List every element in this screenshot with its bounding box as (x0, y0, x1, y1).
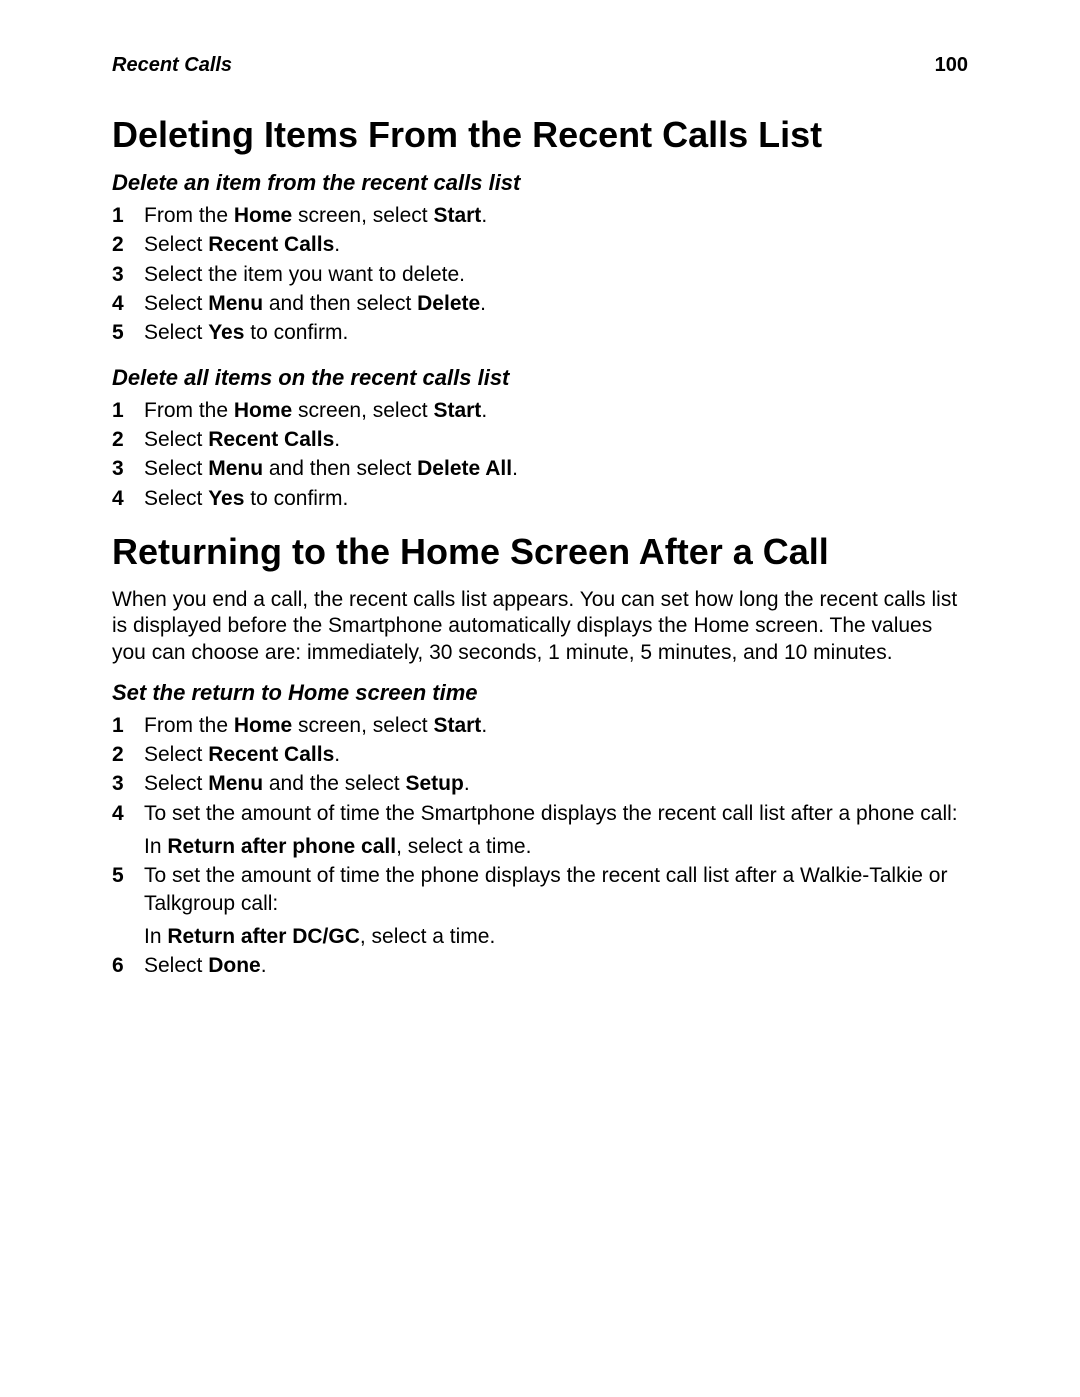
step: Select Menu and the select Setup. (112, 770, 968, 797)
step: To set the amount of time the Smartphone… (112, 800, 968, 861)
step: Select Done. (112, 952, 968, 979)
page: Recent Calls 100 Deleting Items From the… (0, 0, 1080, 1397)
step: To set the amount of time the phone disp… (112, 862, 968, 950)
steps-set-return-time: From the Home screen, select Start.Selec… (112, 712, 968, 980)
steps-delete-all: From the Home screen, select Start.Selec… (112, 397, 968, 512)
step: Select Recent Calls. (112, 231, 968, 258)
step: Select Yes to confirm. (112, 485, 968, 512)
step: Select Yes to confirm. (112, 319, 968, 346)
step: From the Home screen, select Start. (112, 202, 968, 229)
step: Select Recent Calls. (112, 741, 968, 768)
intro-paragraph: When you end a call, the recent calls li… (112, 587, 968, 666)
step: Select Menu and then select Delete All. (112, 455, 968, 482)
step: Select Recent Calls. (112, 426, 968, 453)
step: From the Home screen, select Start. (112, 397, 968, 424)
page-number: 100 (935, 54, 968, 77)
heading-deleting-items: Deleting Items From the Recent Calls Lis… (112, 113, 968, 156)
step: Select the item you want to delete. (112, 261, 968, 288)
page-header: Recent Calls 100 (112, 54, 968, 77)
step: From the Home screen, select Start. (112, 712, 968, 739)
section-name: Recent Calls (112, 54, 232, 77)
subhead-delete-item: Delete an item from the recent calls lis… (112, 170, 968, 196)
steps-delete-item: From the Home screen, select Start.Selec… (112, 202, 968, 346)
heading-returning-home: Returning to the Home Screen After a Cal… (112, 530, 968, 573)
subhead-set-return-time: Set the return to Home screen time (112, 680, 968, 706)
subhead-delete-all: Delete all items on the recent calls lis… (112, 365, 968, 391)
step: Select Menu and then select Delete. (112, 290, 968, 317)
